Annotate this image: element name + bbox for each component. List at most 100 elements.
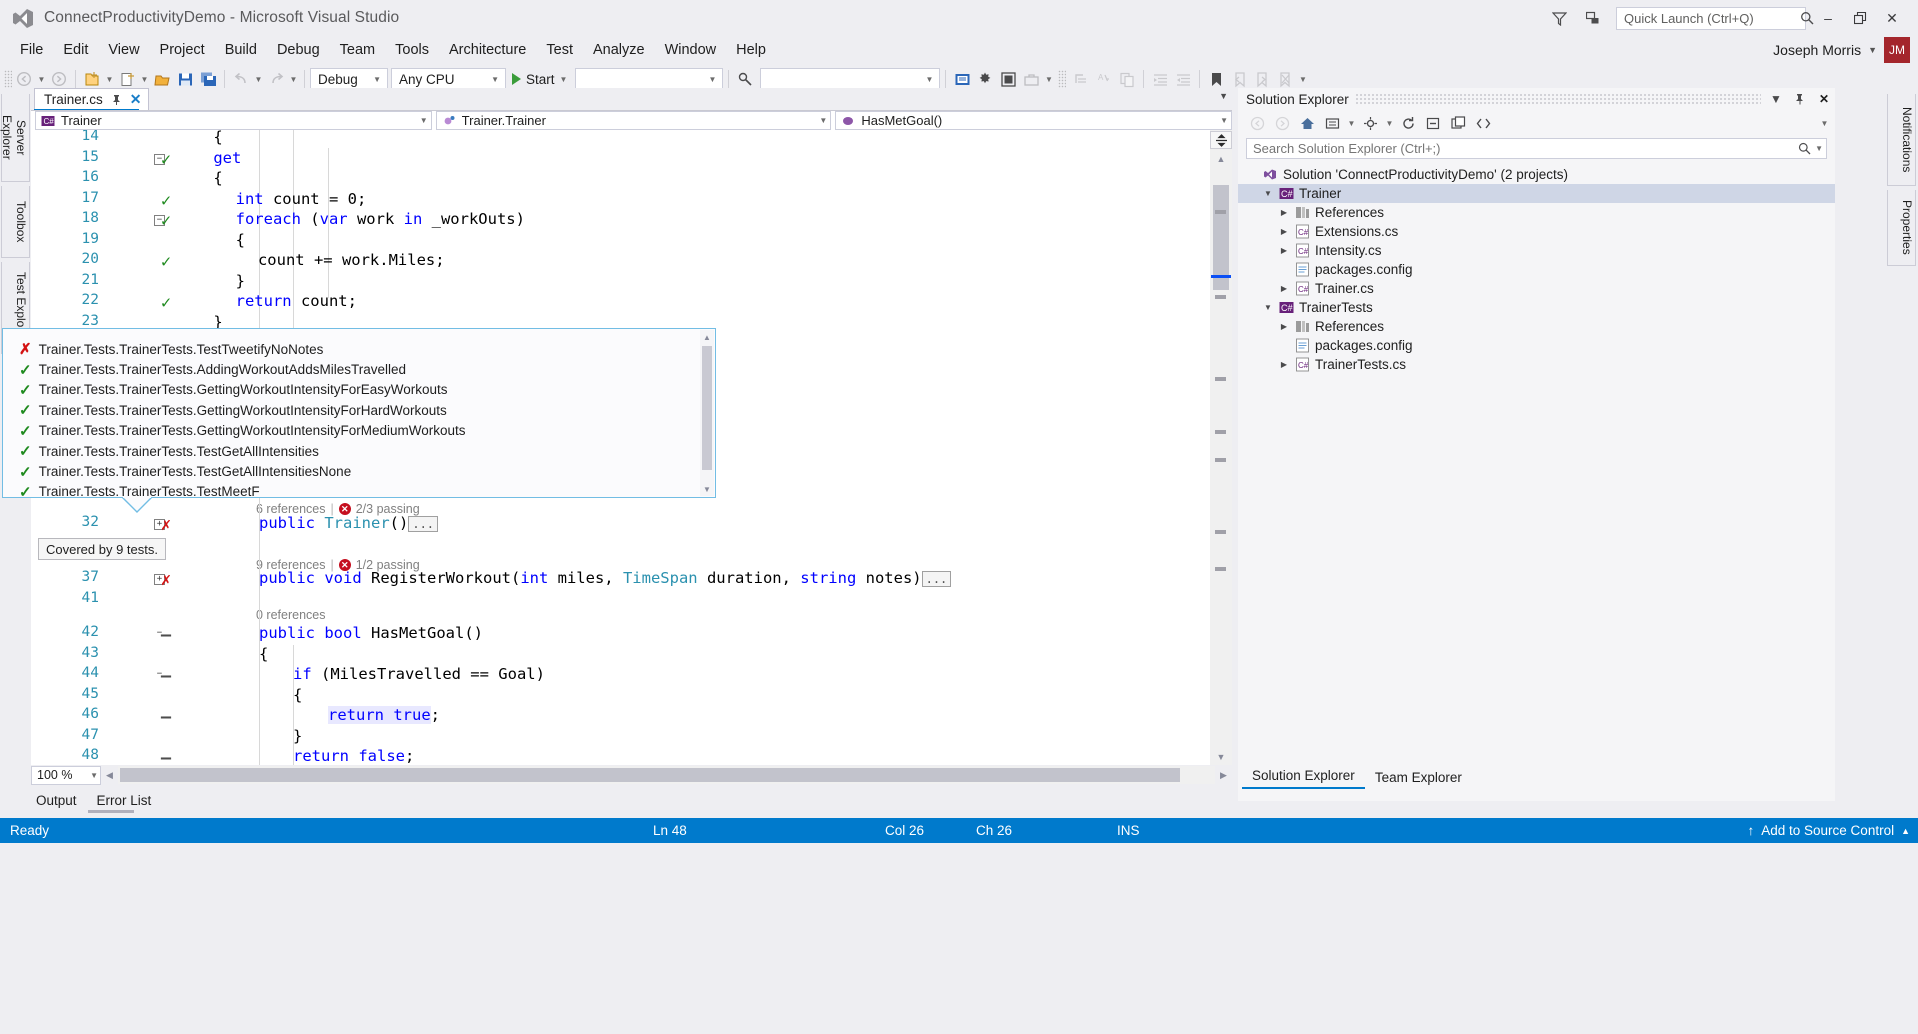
chevron-down-icon[interactable]: ▼ [1262,303,1274,312]
test-result-item[interactable]: ✓Trainer.Tests.TrainerTests.TestGetAllIn… [19,441,715,461]
chevron-right-icon[interactable]: ▶ [1278,284,1290,293]
add-to-source-control-label[interactable]: Add to Source Control [1761,823,1894,838]
refresh-icon[interactable] [1397,112,1420,134]
home-icon[interactable] [1296,112,1319,134]
toolbar-grip[interactable] [1058,70,1066,88]
test-result-name[interactable]: Trainer.Tests.TrainerTests.TestTweetifyN… [39,342,324,357]
scroll-down-arrow-icon[interactable]: ▼ [1210,748,1232,765]
nav-member-dropdown[interactable]: HasMetGoal() ▼ [835,111,1232,130]
chevron-up-icon[interactable]: ▲ [1901,826,1910,836]
chevron-right-icon[interactable]: ▶ [1278,208,1290,217]
menu-item-architecture[interactable]: Architecture [439,39,536,61]
test-result-name[interactable]: Trainer.Tests.TrainerTests.AddingWorkout… [39,362,406,377]
chevron-down-icon[interactable]: ▼ [1384,112,1395,134]
scroll-left-arrow-icon[interactable]: ◀ [101,766,118,784]
test-pass-glyph[interactable]: ✓ [161,252,171,272]
solution-tree-node[interactable]: packages.config [1238,260,1835,279]
toolbar-grip[interactable] [4,70,12,88]
view-code-icon[interactable] [1472,112,1495,134]
chevron-down-icon[interactable]: ▼ [1811,144,1823,153]
solution-platform-dropdown[interactable]: Any CPU ▼ [391,68,506,90]
scroll-up-arrow-icon[interactable]: ▲ [1210,150,1232,167]
test-result-item[interactable]: ✓Trainer.Tests.TrainerTests.TestMeetF [19,482,715,497]
menu-item-build[interactable]: Build [215,39,267,61]
pending-changes-filter-icon[interactable] [1321,112,1344,134]
menu-item-view[interactable]: View [98,39,149,61]
close-icon[interactable]: ✕ [1815,90,1833,108]
restore-button[interactable] [1844,4,1876,32]
test-pass-glyph[interactable]: ✓ [161,211,171,231]
horizontal-scrollbar-thumb[interactable] [120,768,1180,782]
avatar[interactable]: JM [1884,37,1910,63]
chevron-down-icon[interactable]: ▼ [1346,112,1357,134]
test-result-item[interactable]: ✓Trainer.Tests.TrainerTests.GettingWorko… [19,380,715,400]
quick-launch-box[interactable] [1616,7,1806,30]
right-strip-tab-properties[interactable]: Properties [1887,190,1916,266]
solution-explorer-tree[interactable]: Solution 'ConnectProductivityDemo' (2 pr… [1238,163,1835,374]
view-options-icon[interactable] [1359,112,1382,134]
solution-tree-node[interactable]: ▶C#Trainer.cs [1238,279,1835,298]
test-pass-glyph[interactable]: ✓ [161,191,171,211]
status-source-control-group[interactable]: ↑ Add to Source Control ▲ [1748,823,1911,838]
test-fail-glyph[interactable]: ✗ [161,515,171,535]
collapsed-block[interactable]: ... [922,571,952,587]
right-strip-tab-notifications[interactable]: Notifications [1887,94,1916,186]
menu-item-file[interactable]: File [10,39,53,61]
back-icon[interactable] [1246,112,1269,134]
debug-target-dropdown[interactable]: ▼ [575,68,723,90]
bottom-tool-tab-error-list[interactable]: Error List [93,791,156,810]
pin-icon[interactable] [111,94,122,105]
search-icon[interactable] [1798,142,1811,155]
solution-tree-node[interactable]: Solution 'ConnectProductivityDemo' (2 pr… [1238,165,1835,184]
test-none-glyph[interactable]: – [161,625,171,645]
feedback-funnel-icon[interactable] [1542,3,1576,33]
menu-item-debug[interactable]: Debug [267,39,330,61]
find-combo[interactable]: ▼ [760,68,940,90]
zoom-level-dropdown[interactable]: 100 % ▼ [31,766,101,785]
solution-explorer-search-input[interactable] [1253,141,1798,156]
document-tab-trainer-cs[interactable]: Trainer.cs ✕ [34,88,149,110]
menu-item-help[interactable]: Help [726,39,776,61]
scroll-down-arrow-icon[interactable]: ▼ [700,482,714,496]
user-account-area[interactable]: Joseph Morris ▼ JM [1773,37,1910,63]
test-result-name[interactable]: Trainer.Tests.TrainerTests.GettingWorkou… [39,382,448,397]
bottom-tool-tab-output[interactable]: Output [32,791,81,810]
chevron-down-icon[interactable]: ▼ [1868,45,1877,55]
menu-item-edit[interactable]: Edit [53,39,98,61]
left-strip-tab-toolbox[interactable]: Toolbox [1,186,30,258]
menu-item-window[interactable]: Window [655,39,727,61]
document-tab-overflow-icon[interactable]: ▼ [1219,91,1228,101]
menu-item-analyze[interactable]: Analyze [583,39,655,61]
test-result-item[interactable]: ✓Trainer.Tests.TrainerTests.GettingWorko… [19,421,715,441]
editor-split-handle[interactable] [1210,131,1232,149]
solution-tree-node[interactable]: ▶C#Extensions.cs [1238,222,1835,241]
test-result-name[interactable]: Trainer.Tests.TrainerTests.TestMeetF [39,484,260,497]
test-result-item[interactable]: ✓Trainer.Tests.TrainerTests.TestGetAllIn… [19,461,715,481]
horizontal-scroll-track[interactable] [118,766,1215,784]
nav-class-dropdown[interactable]: Trainer.Trainer ▼ [436,111,832,130]
close-button[interactable]: ✕ [1876,4,1908,32]
show-all-files-icon[interactable] [1447,112,1470,134]
menu-item-project[interactable]: Project [150,39,215,61]
test-pass-glyph[interactable]: ✓ [161,150,171,170]
chevron-right-icon[interactable]: ▶ [1278,322,1290,331]
test-result-name[interactable]: Trainer.Tests.TrainerTests.TestGetAllInt… [39,464,352,479]
test-result-name[interactable]: Trainer.Tests.TrainerTests.GettingWorkou… [39,423,466,438]
forward-icon[interactable] [1271,112,1294,134]
panel-drag-dots[interactable] [1355,94,1761,104]
solution-tree-node[interactable]: ▶C#TrainerTests.cs [1238,355,1835,374]
chevron-right-icon[interactable]: ▶ [1278,246,1290,255]
pin-icon[interactable] [1791,90,1809,108]
left-strip-tab-server-explorer[interactable]: Server Explorer [1,94,30,182]
panel-menu-icon[interactable]: ▼ [1767,90,1785,108]
test-pass-glyph[interactable]: ✓ [161,293,171,313]
solution-configuration-dropdown[interactable]: Debug ▼ [310,68,388,90]
test-result-name[interactable]: Trainer.Tests.TrainerTests.GettingWorkou… [39,403,447,418]
nav-project-dropdown[interactable]: C# Trainer ▼ [35,111,432,130]
test-result-item[interactable]: ✓Trainer.Tests.TrainerTests.GettingWorko… [19,400,715,420]
test-none-glyph[interactable]: – [161,748,171,765]
solution-tree-node[interactable]: packages.config [1238,336,1835,355]
collapsed-block[interactable]: ... [408,516,438,532]
test-none-glyph[interactable]: – [161,666,171,686]
collapse-all-icon[interactable] [1422,112,1445,134]
